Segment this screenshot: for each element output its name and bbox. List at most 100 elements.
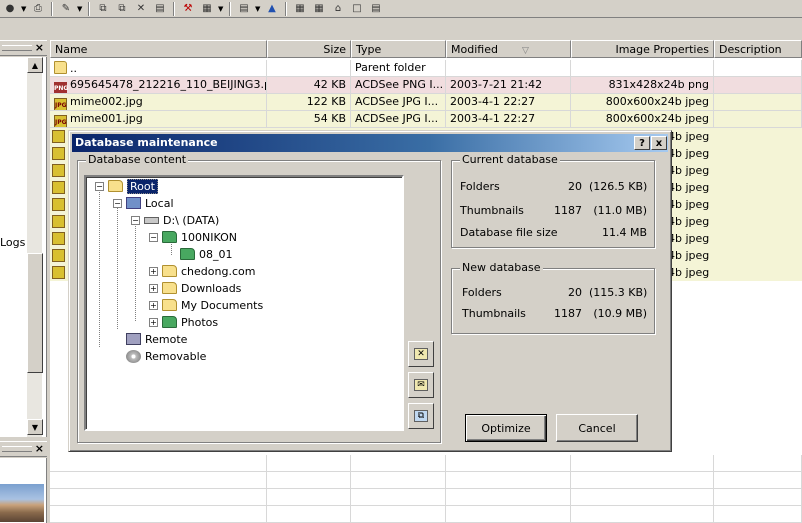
cancel-button[interactable]: Cancel xyxy=(556,414,638,442)
help-button[interactable]: ? xyxy=(634,136,650,150)
tree-item-label[interactable]: Logs xyxy=(0,236,25,249)
jpg-file-icon xyxy=(52,164,65,177)
delete-icon[interactable]: ✕ xyxy=(133,2,149,16)
dropdown-arrow-icon[interactable]: ▼ xyxy=(21,5,27,13)
tree-item-label: 100NIKON xyxy=(181,230,237,244)
tree-item-root[interactable]: Root xyxy=(108,178,158,194)
tree-item-downloads[interactable]: Downloads xyxy=(162,280,241,296)
scroll-thumb[interactable] xyxy=(27,253,43,373)
tree-item-label: Root xyxy=(127,178,158,194)
nav-icon[interactable]: ▦ xyxy=(311,2,327,16)
tree-item-photos[interactable]: Photos xyxy=(162,314,218,330)
print-icon[interactable]: ⎙ xyxy=(30,2,46,16)
cell-props: 4b jpeg xyxy=(668,181,710,194)
pane-grip[interactable] xyxy=(2,446,32,452)
include-button[interactable]: ✉ xyxy=(408,372,434,398)
tree-item-remote[interactable]: Remote xyxy=(126,331,187,347)
expand-icon[interactable]: + xyxy=(149,267,158,276)
database-maintenance-dialog: Database maintenance ? x Database conten… xyxy=(68,130,672,452)
cell-props: 4b jpeg xyxy=(668,198,710,211)
close-icon[interactable]: × xyxy=(35,442,44,455)
folder-icon[interactable]: □ xyxy=(349,2,365,16)
edit-icon[interactable]: ✎ xyxy=(58,2,74,16)
sort-arrow-icon: ▽ xyxy=(521,46,529,56)
table-row[interactable]: JPG mime002.jpg 122 KB ACDSee JPG I... 20… xyxy=(50,94,802,111)
column-name[interactable]: Name xyxy=(50,40,267,58)
new-folders-size: (115.3 KB) xyxy=(589,286,648,299)
tree-item-drive-d[interactable]: D:\ (DATA) xyxy=(144,212,219,228)
close-button[interactable]: x xyxy=(651,136,667,150)
tools-icon[interactable]: ⚒ xyxy=(180,2,196,16)
collapse-icon[interactable]: − xyxy=(131,216,140,225)
nav-icon[interactable]: ▦ xyxy=(292,2,308,16)
new-thumbnails-count: 1187 xyxy=(554,307,582,320)
collapse-icon[interactable]: − xyxy=(149,233,158,242)
tree-item-label: chedong.com xyxy=(181,264,256,278)
copy-icon[interactable]: ⧉ xyxy=(95,2,111,16)
dropdown-arrow-icon[interactable]: ▼ xyxy=(255,5,261,13)
column-type[interactable]: Type xyxy=(351,40,446,58)
dropdown-arrow-icon[interactable]: ▼ xyxy=(218,5,224,13)
tree-item-08-01[interactable]: 08_01 xyxy=(180,246,233,262)
cell-size: 54 KB xyxy=(267,111,351,128)
empty-cell xyxy=(714,489,802,506)
jpg-file-icon xyxy=(52,266,65,279)
exclude-button[interactable]: ✕ xyxy=(408,341,434,367)
dialog-titlebar[interactable]: Database maintenance ? x xyxy=(72,134,668,152)
filmstrip-icon[interactable]: ▤ xyxy=(236,2,252,16)
column-size[interactable]: Size xyxy=(267,40,351,58)
close-icon[interactable]: × xyxy=(35,41,44,54)
expand-icon[interactable]: + xyxy=(149,318,158,327)
tree-item-local[interactable]: Local xyxy=(126,195,174,211)
new-thumbnails-size: (10.9 MB) xyxy=(593,307,647,320)
tree-item-label: My Documents xyxy=(181,298,264,312)
folder-tree[interactable]: − Root − Local − D:\ (DATA) − 100NIKON 0… xyxy=(84,175,404,431)
empty-cell xyxy=(267,472,351,489)
tree-item-removable[interactable]: Removable xyxy=(126,348,206,364)
tree-item-label: Local xyxy=(145,196,174,210)
optimize-button[interactable]: Optimize xyxy=(465,414,547,442)
cell-name: PNG 695645478_212216_110_BEIJING3.png xyxy=(50,77,267,94)
column-modified[interactable]: Modified ▽ xyxy=(446,40,571,58)
empty-cell xyxy=(446,489,571,506)
file-name: mime002.jpg xyxy=(70,95,143,108)
table-row[interactable]: JPG mime001.jpg 54 KB ACDSee JPG I... 200… xyxy=(50,111,802,128)
collapse-icon[interactable]: − xyxy=(95,182,104,191)
empty-cell xyxy=(446,506,571,523)
scroll-up-icon[interactable]: ▲ xyxy=(27,57,43,73)
include-icon: ✉ xyxy=(414,379,428,391)
table-row[interactable]: PNG 695645478_212216_110_BEIJING3.png 42 … xyxy=(50,77,802,94)
cell-modified: 2003-4-1 22:27 xyxy=(446,111,571,128)
collapse-icon[interactable]: − xyxy=(113,199,122,208)
dialog-title: Database maintenance xyxy=(75,136,218,149)
reset-button[interactable]: ⧉ xyxy=(408,403,434,429)
empty-cell xyxy=(446,455,571,472)
group-label: New database xyxy=(460,261,543,274)
pane-grip[interactable] xyxy=(2,45,32,51)
column-image-properties[interactable]: Image Properties xyxy=(571,40,714,58)
folders-scrollbar[interactable]: ▲ ▼ xyxy=(26,57,43,437)
acquire-icon[interactable]: ▲ xyxy=(264,2,280,16)
table-row[interactable]: .. Parent folder xyxy=(50,60,802,77)
cell-props: 4b jpeg xyxy=(668,130,710,143)
network-icon[interactable]: ▤ xyxy=(368,2,384,16)
paste-icon[interactable]: ▤ xyxy=(152,2,168,16)
folder-icon xyxy=(162,282,177,294)
expand-icon[interactable]: + xyxy=(149,284,158,293)
tree-item-my-documents[interactable]: My Documents xyxy=(162,297,263,313)
column-description[interactable]: Description xyxy=(714,40,802,58)
tree-item-100nikon[interactable]: 100NIKON xyxy=(162,229,237,245)
expand-icon[interactable]: + xyxy=(149,301,158,310)
group-label: Current database xyxy=(460,153,560,166)
scroll-down-icon[interactable]: ▼ xyxy=(27,419,43,435)
move-icon[interactable]: ⧉ xyxy=(114,2,130,16)
camera-icon[interactable]: ● xyxy=(2,2,18,16)
tree-item-chedong[interactable]: chedong.com xyxy=(162,263,255,279)
database-file-size-value: 11.4 MB xyxy=(601,226,647,239)
empty-cell xyxy=(267,506,351,523)
home-icon[interactable]: ⌂ xyxy=(330,2,346,16)
jpg-file-icon xyxy=(52,147,65,160)
empty-row xyxy=(50,455,802,472)
dropdown-arrow-icon[interactable]: ▼ xyxy=(77,5,83,13)
view-icon[interactable]: ▦ xyxy=(199,2,215,16)
